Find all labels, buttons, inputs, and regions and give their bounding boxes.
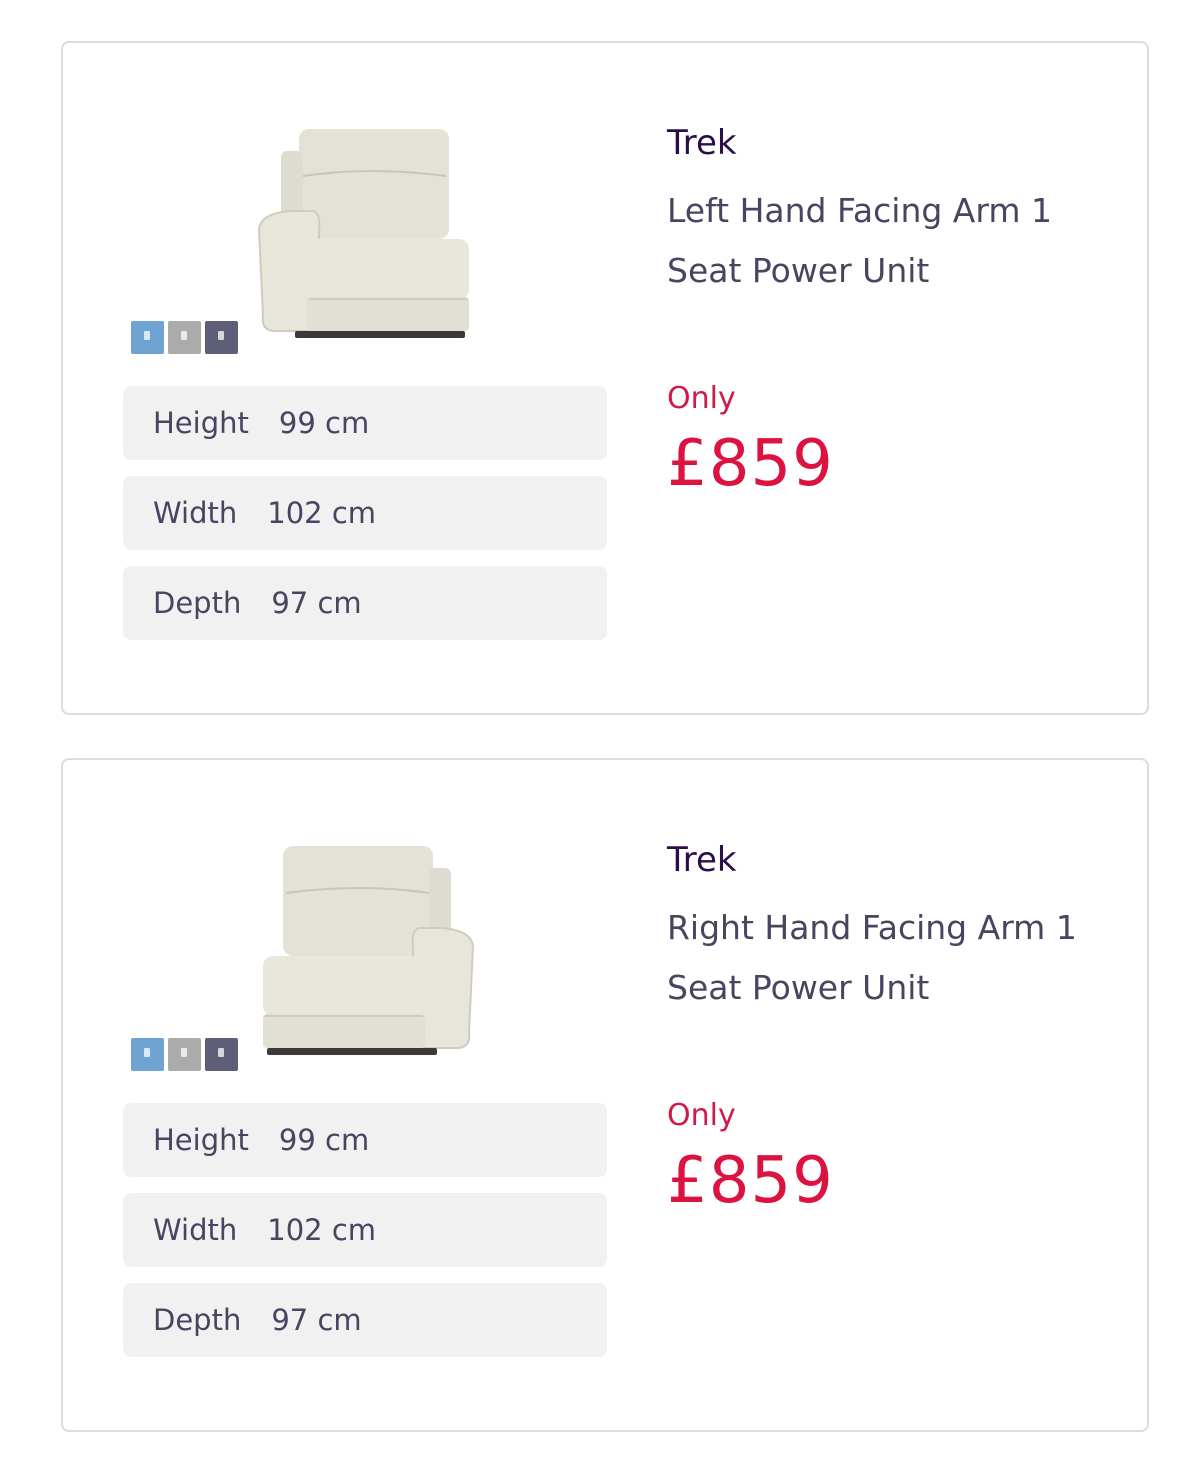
- product-title[interactable]: Left Hand Facing Arm 1 Seat Power Unit: [667, 181, 1117, 301]
- product-image-left-arm-chair[interactable]: [251, 121, 481, 351]
- swatch-blue-icon[interactable]: [131, 321, 164, 354]
- product-brand[interactable]: Trek: [667, 117, 1117, 169]
- swatch-grey-icon[interactable]: [168, 321, 201, 354]
- dimensions-list: Height 99 cm Width 102 cm Depth 97 cm: [123, 386, 607, 656]
- product-card[interactable]: Height 99 cm Width 102 cm Depth 97 cm Tr…: [61, 758, 1149, 1432]
- swatch-slate-icon[interactable]: [205, 1038, 238, 1071]
- dimension-value: 97 cm: [271, 586, 362, 620]
- dimension-value: 99 cm: [278, 1123, 370, 1157]
- dimension-depth: Depth 97 cm: [123, 1283, 607, 1357]
- dimension-width: Width 102 cm: [123, 1193, 607, 1267]
- product-image-right-arm-chair[interactable]: [251, 838, 481, 1068]
- dimension-label: Depth: [153, 586, 242, 620]
- dimension-label: Height: [153, 406, 249, 440]
- swatch-blue-icon[interactable]: [131, 1038, 164, 1071]
- dimension-height: Height 99 cm: [123, 386, 607, 460]
- dimension-width: Width 102 cm: [123, 476, 607, 550]
- product-price: £859: [667, 1144, 834, 1218]
- dimension-value: 102 cm: [267, 1213, 377, 1247]
- dimension-label: Depth: [153, 1303, 242, 1337]
- dimension-value: 97 cm: [271, 1303, 362, 1337]
- product-brand[interactable]: Trek: [667, 834, 1117, 886]
- price-prefix: Only: [667, 381, 736, 416]
- swatch-grey-icon[interactable]: [168, 1038, 201, 1071]
- dimension-value: 99 cm: [278, 406, 370, 440]
- product-info: Trek Left Hand Facing Arm 1 Seat Power U…: [667, 117, 1117, 301]
- product-card[interactable]: Height 99 cm Width 102 cm Depth 97 cm Tr…: [61, 41, 1149, 715]
- colour-swatches: [131, 1038, 238, 1071]
- product-price: £859: [667, 427, 834, 501]
- dimension-label: Height: [153, 1123, 249, 1157]
- product-info: Trek Right Hand Facing Arm 1 Seat Power …: [667, 834, 1117, 1018]
- product-title[interactable]: Right Hand Facing Arm 1 Seat Power Unit: [667, 898, 1117, 1018]
- dimension-depth: Depth 97 cm: [123, 566, 607, 640]
- dimension-label: Width: [153, 1213, 238, 1247]
- price-prefix: Only: [667, 1098, 736, 1133]
- swatch-slate-icon[interactable]: [205, 321, 238, 354]
- dimension-height: Height 99 cm: [123, 1103, 607, 1177]
- dimensions-list: Height 99 cm Width 102 cm Depth 97 cm: [123, 1103, 607, 1373]
- colour-swatches: [131, 321, 238, 354]
- dimension-label: Width: [153, 496, 238, 530]
- dimension-value: 102 cm: [267, 496, 377, 530]
